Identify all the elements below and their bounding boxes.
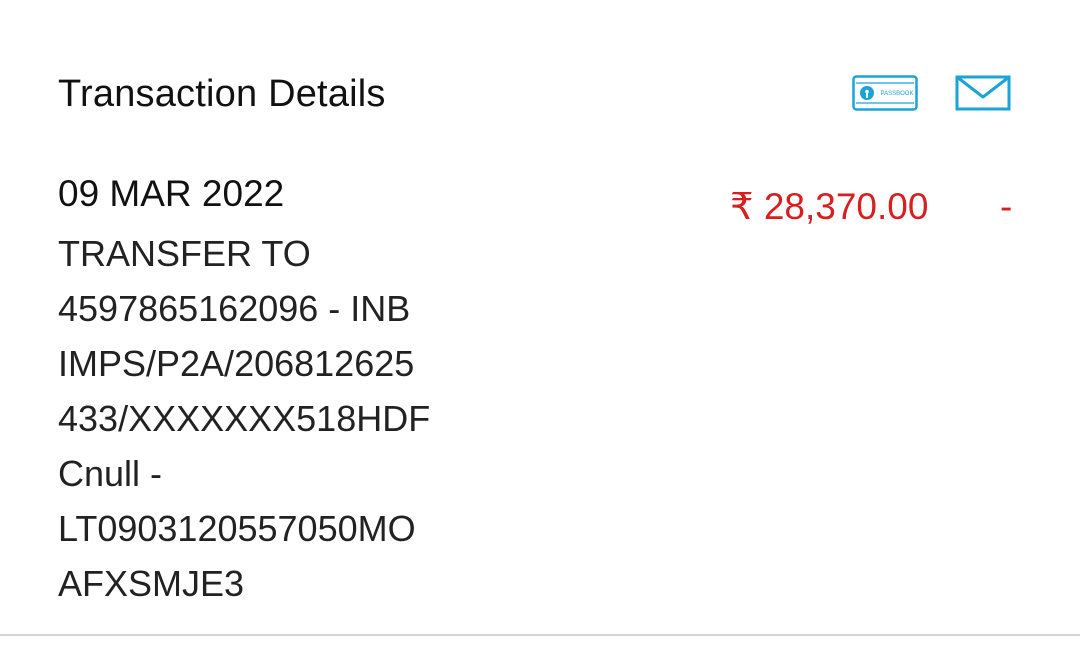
description-line: IMPS/P2A/206812625 [58,343,415,384]
divider [0,634,1080,636]
description-line: Cnull - [58,453,163,494]
page-title: Transaction Details [58,73,386,115]
passbook-icon-label: PASSBOOK [881,91,914,97]
transaction-description: TRANSFER TO 4597865162096 - INB IMPS/P2A… [58,226,478,611]
transaction-date: 09 MAR 2022 [58,173,285,214]
mail-icon [955,75,1011,111]
description-line: 4597865162096 - INB [58,288,411,329]
passbook-icon: PASSBOOK [852,75,918,111]
description-line: AFXSMJE3 [58,563,245,604]
passbook-button[interactable]: PASSBOOK [852,75,918,111]
description-line: TRANSFER TO [58,233,311,274]
description-line: 433/XXXXXXX518HDF [58,398,431,439]
email-button[interactable] [955,75,1011,111]
debit-amount: ₹ 28,370.00 [730,186,929,227]
credit-amount-placeholder: - [1000,186,1013,227]
description-line: LT0903120557050MO [58,508,416,549]
